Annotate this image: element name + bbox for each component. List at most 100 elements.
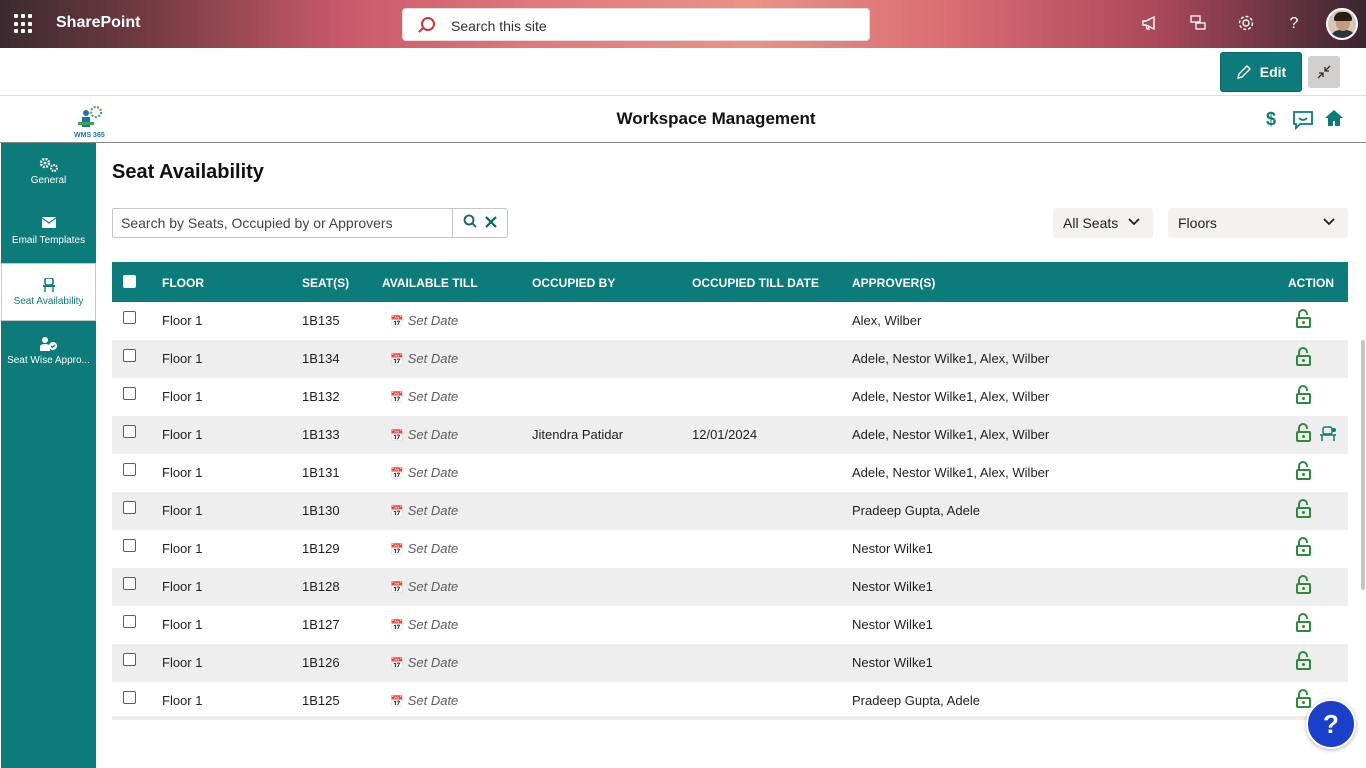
sharepoint-brand[interactable]: SharePoint [56, 14, 140, 32]
select-all-checkbox[interactable] [123, 275, 136, 288]
nav-item-seat-availability[interactable]: Seat Availability [1, 263, 96, 321]
chat-icon[interactable] [1188, 14, 1208, 34]
set-date-label: Set Date [407, 313, 459, 328]
scrollbar[interactable] [1361, 340, 1365, 590]
set-date-link[interactable]: 📅 Set Date [390, 541, 458, 556]
row-checkbox[interactable] [123, 463, 136, 476]
unlock-icon[interactable] [1295, 308, 1311, 330]
row-checkbox[interactable] [123, 653, 136, 666]
table-row[interactable]: Floor 1 1B131 📅 Set Date Adele, Nestor Wilke… [112, 454, 1348, 492]
set-date-link[interactable]: 📅 Set Date [390, 313, 458, 328]
cell-approvers: Pradeep Gupta, Adele [852, 693, 980, 708]
unlock-icon[interactable] [1295, 498, 1311, 520]
set-date-link[interactable]: 📅 Set Date [390, 617, 458, 632]
set-date-link[interactable]: 📅 Set Date [390, 389, 458, 404]
person-approve-icon [1, 337, 96, 351]
cell-seat: 1B127 [302, 617, 340, 632]
set-date-label: Set Date [407, 693, 459, 708]
header-occupied-till[interactable]: OCCUPIED TILL DATE [692, 276, 819, 290]
cell-floor: Floor 1 [162, 541, 203, 556]
set-date-label: Set Date [407, 503, 459, 518]
unlock-icon[interactable] [1295, 346, 1311, 368]
set-date-link[interactable]: 📅 Set Date [390, 465, 458, 480]
header-approvers[interactable]: APPROVER(S) [852, 276, 935, 290]
search-actions [452, 208, 508, 238]
set-date-link[interactable]: 📅 Set Date [390, 579, 458, 594]
cell-approvers: Adele, Nestor Wilke1, Alex, Wilber [852, 427, 1050, 442]
set-date-link[interactable]: 📅 Set Date [390, 693, 458, 708]
cell-seat: 1B125 [302, 693, 340, 708]
nav-item-general[interactable]: General [1, 143, 96, 201]
set-date-link[interactable]: 📅 Set Date [390, 503, 458, 518]
unlock-icon[interactable] [1295, 688, 1311, 710]
unlock-icon[interactable] [1295, 650, 1311, 672]
set-date-label: Set Date [407, 465, 459, 480]
left-nav: General Email Templates Seat Availabilit… [1, 143, 96, 768]
set-date-label: Set Date [407, 351, 459, 366]
chevron-down-icon [1127, 214, 1141, 231]
cell-approvers: Adele, Nestor Wilke1, Alex, Wilber [852, 389, 1050, 404]
collapse-button[interactable] [1308, 56, 1340, 88]
header-floor[interactable]: FLOOR [162, 276, 204, 290]
row-checkbox[interactable] [123, 311, 136, 324]
cell-seat: 1B128 [302, 579, 340, 594]
table-row[interactable]: Floor 1 1B134 📅 Set Date Adele, Nestor Wilke… [112, 340, 1348, 378]
help-icon[interactable]: ? [1284, 14, 1304, 34]
cell-seat: 1B134 [302, 351, 340, 366]
row-checkbox[interactable] [123, 691, 136, 704]
nav-item-seat-wise-approvers[interactable]: Seat Wise Appro... [1, 323, 96, 381]
floor-filter-dropdown[interactable]: Floors [1168, 208, 1348, 238]
seat-filter-dropdown[interactable]: All Seats [1053, 208, 1153, 238]
clear-icon[interactable] [485, 215, 497, 232]
set-date-link[interactable]: 📅 Set Date [390, 655, 458, 670]
unlock-icon[interactable] [1295, 612, 1311, 634]
table-row[interactable]: Floor 1 1B128 📅 Set Date Nestor Wilke1 [112, 568, 1348, 606]
table-row[interactable]: Floor 1 1B130 📅 Set Date Pradeep Gupta, Adel… [112, 492, 1348, 530]
row-checkbox[interactable] [123, 577, 136, 590]
table-row[interactable]: Floor 1 1B127 📅 Set Date Nestor Wilke1 [112, 606, 1348, 644]
row-checkbox[interactable] [123, 615, 136, 628]
dollar-icon[interactable]: $ [1266, 109, 1276, 130]
cell-approvers: Nestor Wilke1 [852, 655, 933, 670]
unlock-icon[interactable] [1295, 574, 1311, 596]
header-occupied-by[interactable]: OCCUPIED BY [532, 276, 615, 290]
nav-item-label: General [30, 175, 67, 186]
unlock-icon[interactable] [1295, 384, 1311, 406]
table-row[interactable]: Floor 1 1B135 📅 Set Date Alex, Wilber [112, 302, 1348, 340]
cell-approvers: Nestor Wilke1 [852, 617, 933, 632]
site-search-box[interactable]: Search this site [402, 8, 870, 41]
cell-approvers: Alex, Wilber [852, 313, 922, 328]
row-checkbox[interactable] [123, 349, 136, 362]
table-row[interactable]: Floor 1 1B125 📅 Set Date Pradeep Gupta, Adel… [112, 682, 1348, 720]
megaphone-icon[interactable] [1140, 14, 1160, 34]
unlock-icon[interactable] [1295, 460, 1311, 482]
floor-filter-value: Floors [1178, 215, 1217, 231]
edit-button[interactable]: Edit [1220, 52, 1302, 92]
help-button[interactable]: ? [1306, 699, 1356, 749]
feedback-icon[interactable] [1292, 110, 1314, 135]
row-checkbox[interactable] [123, 539, 136, 552]
row-checkbox[interactable] [123, 425, 136, 438]
set-date-link[interactable]: 📅 Set Date [390, 427, 458, 442]
avatar[interactable] [1326, 8, 1358, 40]
set-date-label: Set Date [407, 655, 459, 670]
row-checkbox[interactable] [123, 501, 136, 514]
release-seat-icon[interactable] [1319, 426, 1337, 446]
row-checkbox[interactable] [123, 387, 136, 400]
nav-item-email-templates[interactable]: Email Templates [1, 203, 96, 261]
unlock-icon[interactable] [1295, 536, 1311, 558]
unlock-icon[interactable] [1295, 422, 1311, 444]
set-date-link[interactable]: 📅 Set Date [390, 351, 458, 366]
waffle-icon[interactable] [14, 14, 34, 34]
search-icon[interactable] [463, 214, 477, 232]
gear-icon[interactable] [1236, 14, 1256, 34]
table-row[interactable]: Floor 1 1B126 📅 Set Date Nestor Wilke1 [112, 644, 1348, 682]
table-search-input[interactable] [113, 209, 452, 237]
header-available-till[interactable]: AVAILABLE TILL [382, 276, 478, 290]
home-icon[interactable] [1324, 109, 1344, 132]
table-row[interactable]: Floor 1 1B129 📅 Set Date Nestor Wilke1 [112, 530, 1348, 568]
table-row[interactable]: Floor 1 1B133 📅 Set Date Jitendra Patidar 12/… [112, 416, 1348, 454]
header-seats[interactable]: SEAT(S) [302, 276, 349, 290]
cell-floor: Floor 1 [162, 579, 203, 594]
table-row[interactable]: Floor 1 1B132 📅 Set Date Adele, Nestor Wilke… [112, 378, 1348, 416]
